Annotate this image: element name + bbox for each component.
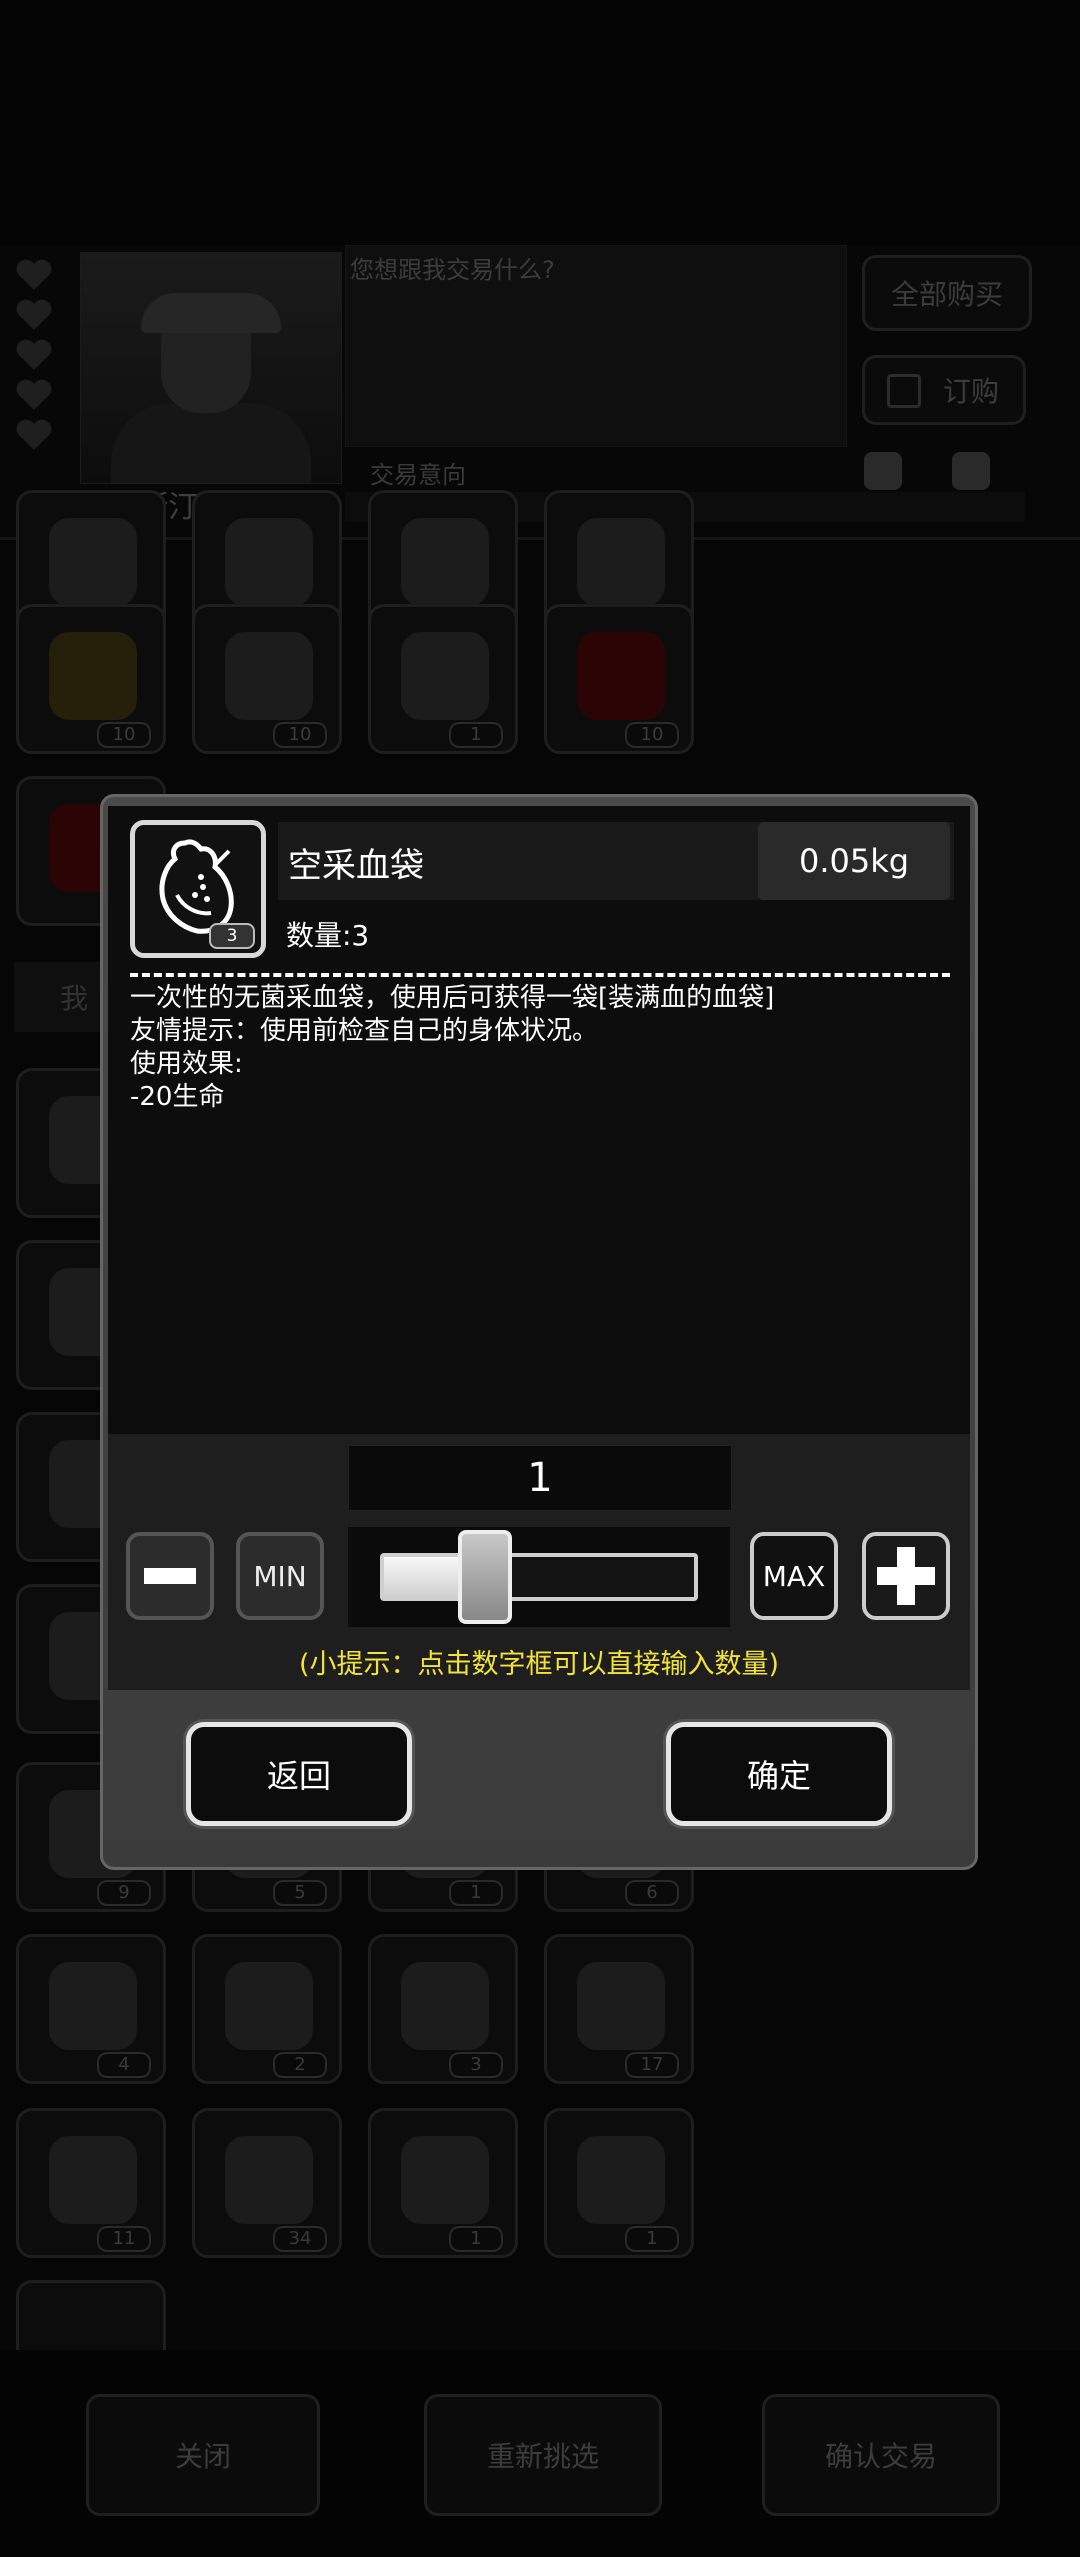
inventory-slot[interactable]: 1 xyxy=(368,2108,518,2258)
heart-icon xyxy=(16,339,52,370)
description-line: 友情提示：使用前检查自己的身体状况。 xyxy=(130,1016,599,1046)
dialog-prompt: 您想跟我交易什么? xyxy=(350,256,555,284)
min-button[interactable]: MIN xyxy=(236,1532,324,1620)
hearts xyxy=(14,258,58,458)
back-button[interactable]: 返回 xyxy=(186,1722,412,1826)
heart-icon xyxy=(16,299,52,330)
happy-face-icon[interactable] xyxy=(952,452,990,490)
my-inventory-tab[interactable]: 我 xyxy=(14,962,114,1032)
minus-icon xyxy=(144,1568,196,1584)
hint-text: (小提示：点击数字框可以直接输入数量) xyxy=(298,1649,780,1680)
inventory-slot[interactable]: 1 xyxy=(368,604,518,754)
reselect-button[interactable]: 重新挑选 xyxy=(424,2394,662,2516)
order-button[interactable]: 订购 xyxy=(862,355,1026,425)
item-description: 一次性的无菌采血袋，使用后可获得一袋[装满血的血袋] 友情提示：使用前检查自己的… xyxy=(130,982,950,1114)
heart-icon xyxy=(16,259,52,290)
item-count-badge: 3 xyxy=(209,923,255,949)
item-icon: 3 xyxy=(130,820,266,958)
intent-label: 交易意向 xyxy=(370,461,466,489)
inventory-slot[interactable]: 11 xyxy=(16,2108,166,2258)
description-line: -20生命 xyxy=(130,1082,225,1112)
inventory-slot[interactable]: 10 xyxy=(16,604,166,754)
quantity-slider-thumb[interactable] xyxy=(458,1530,512,1624)
item-name: 空采血袋 xyxy=(288,846,424,886)
order-label: 订购 xyxy=(942,375,999,408)
heart-icon xyxy=(16,419,52,450)
cart-icon xyxy=(887,374,921,408)
item-weight: 0.05kg xyxy=(758,822,950,900)
top-band xyxy=(0,0,1080,245)
inventory-slot[interactable] xyxy=(16,2280,166,2350)
buy-all-button[interactable]: 全部购买 xyxy=(862,255,1032,331)
increment-button[interactable] xyxy=(862,1532,950,1620)
confirm-trade-button[interactable]: 确认交易 xyxy=(762,2394,1000,2516)
description-line: 使用效果: xyxy=(130,1049,243,1079)
plus-icon xyxy=(877,1547,935,1605)
confirm-button[interactable]: 确定 xyxy=(666,1722,892,1826)
heart-icon xyxy=(16,379,52,410)
inventory-slot[interactable]: 2 xyxy=(192,1934,342,2084)
trader-portrait xyxy=(80,252,342,484)
max-button[interactable]: MAX xyxy=(750,1532,838,1620)
inventory-slot[interactable]: 34 xyxy=(192,2108,342,2258)
inventory-slot[interactable]: 10 xyxy=(192,604,342,754)
close-button[interactable]: 关闭 xyxy=(86,2394,320,2516)
description-line: 一次性的无菌采血袋，使用后可获得一袋[装满血的血袋] xyxy=(130,983,775,1013)
quantity-input[interactable]: 1 xyxy=(348,1445,732,1511)
decrement-button[interactable] xyxy=(126,1532,214,1620)
inventory-slot[interactable]: 4 xyxy=(16,1934,166,2084)
dashed-divider xyxy=(130,973,950,977)
neutral-face-icon[interactable] xyxy=(864,452,902,490)
item-quantity-label: 数量:3 xyxy=(286,919,370,952)
inventory-slot[interactable]: 17 xyxy=(544,1934,694,2084)
inventory-slot[interactable]: 3 xyxy=(368,1934,518,2084)
inventory-slot[interactable]: 10 xyxy=(544,604,694,754)
inventory-slot[interactable]: 1 xyxy=(544,2108,694,2258)
